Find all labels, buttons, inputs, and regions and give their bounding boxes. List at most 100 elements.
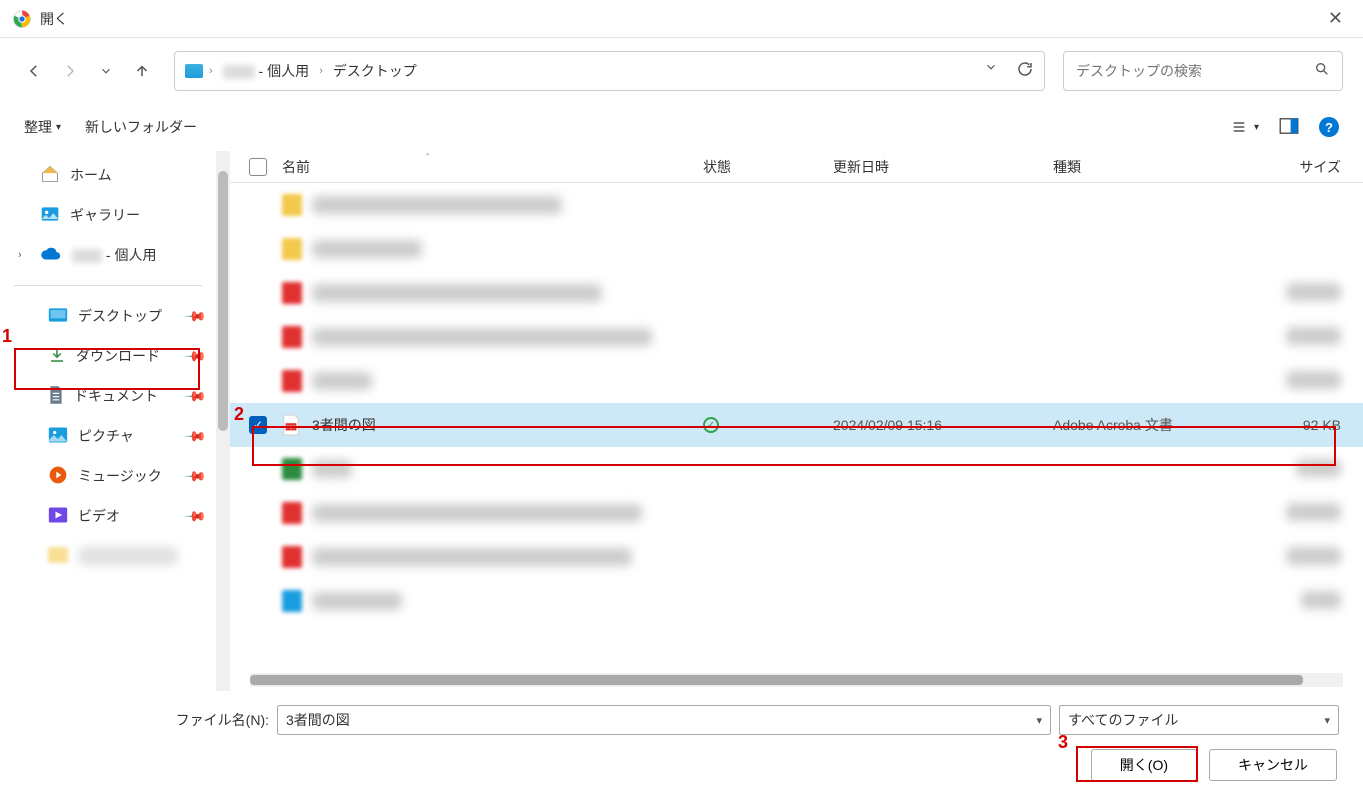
annotation-number-1: 1 [2,326,12,347]
sort-asc-icon: ˆ [426,153,429,164]
file-icon [282,590,302,612]
column-type[interactable]: 種類 [1053,157,1243,177]
file-date: 2024/02/09 15:16 [833,417,1053,433]
list-item-selected[interactable]: ✓ PDF 3者間の図 ✓ 2024/02/09 15:16 Adobe Acr… [230,403,1363,447]
pdf-icon [282,282,302,304]
sidebar-item-music[interactable]: ミュージック 📌 [0,456,216,496]
breadcrumb-current[interactable]: デスクトップ [329,59,421,83]
filename-combo[interactable]: 3者間の図 ▾ [277,705,1051,735]
list-item[interactable] [230,579,1363,623]
footer: ファイル名(N): 3者間の図 ▾ すべてのファイル ▾ 開く(O) キャンセル [0,691,1363,801]
toolbar: 整理 ▾ 新しいフォルダー ▾ ? [0,103,1363,151]
svg-text:PDF: PDF [287,425,296,430]
chevron-down-icon[interactable]: ▾ [1324,714,1330,727]
chevron-right-icon: › [319,65,323,77]
sidebar-item-home[interactable]: ホーム [0,155,216,195]
nav-row: › - 個人用 › デスクトップ [0,38,1363,103]
pin-icon[interactable]: 📌 [183,464,207,488]
download-icon [48,346,66,367]
file-size: 92 KB [1243,417,1353,433]
list-item[interactable] [230,271,1363,315]
pin-icon[interactable]: 📌 [183,384,207,408]
open-button[interactable]: 開く(O) [1091,749,1197,781]
new-folder-button[interactable]: 新しいフォルダー [85,117,197,137]
organize-menu[interactable]: 整理 ▾ [24,117,61,137]
sidebar-item-pictures[interactable]: ピクチャ 📌 [0,416,216,456]
desktop-path-icon [185,64,203,78]
list-item[interactable] [230,315,1363,359]
up-button[interactable] [128,57,156,85]
chevron-down-icon[interactable]: ▾ [1036,714,1042,727]
list-item[interactable] [230,535,1363,579]
sidebar-item-downloads[interactable]: ダウンロード 📌 [0,336,216,376]
sidebar-item-desktop[interactable]: デスクトップ 📌 [0,296,216,336]
chrome-icon [12,9,32,29]
home-icon [40,164,60,187]
file-list: 名前ˆ 状態 更新日時 種類 サイズ [230,151,1363,691]
column-size[interactable]: サイズ [1243,157,1353,177]
cancel-button[interactable]: キャンセル [1209,749,1337,781]
search-box[interactable] [1063,51,1343,91]
chevron-right-icon: › [209,65,213,77]
music-icon [48,465,68,488]
chevron-right-icon[interactable]: › [18,249,22,261]
pin-icon[interactable]: 📌 [183,424,207,448]
pin-icon[interactable]: 📌 [183,304,207,328]
folder-icon [48,547,68,566]
onedrive-icon [40,246,62,265]
sidebar-item-blurred[interactable] [0,536,216,576]
list-item[interactable] [230,227,1363,271]
list-header: 名前ˆ 状態 更新日時 種類 サイズ [230,151,1363,183]
breadcrumb[interactable]: › - 個人用 › デスクトップ [174,51,1045,91]
list-item[interactable] [230,447,1363,491]
pdf-icon [282,546,302,568]
video-icon [48,506,68,527]
pin-icon[interactable]: 📌 [183,504,207,528]
gallery-icon [40,204,60,227]
filename-label: ファイル名(N): [24,710,269,730]
recent-dropdown-icon[interactable] [92,57,120,85]
forward-button[interactable] [56,57,84,85]
list-item[interactable] [230,183,1363,227]
window-title: 開く [40,9,68,29]
synced-icon: ✓ [703,417,719,433]
column-name[interactable]: 名前ˆ [276,157,703,177]
sidebar-item-videos[interactable]: ビデオ 📌 [0,496,216,536]
title-bar: 開く ✕ [0,0,1363,38]
search-icon[interactable] [1314,61,1330,80]
list-item[interactable] [230,491,1363,535]
filetype-filter[interactable]: すべてのファイル ▾ [1059,705,1339,735]
sidebar-scrollbar[interactable] [216,151,230,691]
sidebar-item-gallery[interactable]: ギャラリー [0,195,216,235]
breadcrumb-user[interactable]: - 個人用 [219,59,313,83]
pin-icon[interactable]: 📌 [183,344,207,368]
column-state[interactable]: 状態 [703,157,833,177]
search-input[interactable] [1076,63,1314,79]
row-checkbox[interactable]: ✓ [249,416,267,434]
xls-icon [282,458,302,480]
main-area: ホーム ギャラリー › - 個人用 デスクトップ 📌 ダウンロード 📌 [0,151,1363,691]
sidebar-item-documents[interactable]: ドキュメント 📌 [0,376,216,416]
pdf-icon [282,370,302,392]
horizontal-scrollbar[interactable] [250,673,1343,687]
pictures-icon [48,426,68,447]
column-date[interactable]: 更新日時 [833,157,1053,177]
file-name: 3者間の図 [312,415,376,435]
back-button[interactable] [20,57,48,85]
refresh-icon[interactable] [1016,60,1034,81]
preview-pane-icon[interactable] [1279,118,1299,137]
view-mode-button[interactable]: ▾ [1230,119,1259,135]
annotation-number-2: 2 [234,404,244,425]
desktop-icon [48,307,68,326]
annotation-number-3: 3 [1058,732,1068,753]
close-icon[interactable]: ✕ [1320,4,1351,33]
sidebar: ホーム ギャラリー › - 個人用 デスクトップ 📌 ダウンロード 📌 [0,151,230,691]
folder-icon [282,194,302,216]
breadcrumb-dropdown-icon[interactable] [984,60,998,81]
sidebar-item-onedrive[interactable]: › - 個人用 [0,235,216,275]
select-all-checkbox[interactable] [249,158,267,176]
pdf-icon [282,502,302,524]
list-item[interactable] [230,359,1363,403]
help-icon[interactable]: ? [1319,117,1339,137]
document-icon [48,385,64,408]
